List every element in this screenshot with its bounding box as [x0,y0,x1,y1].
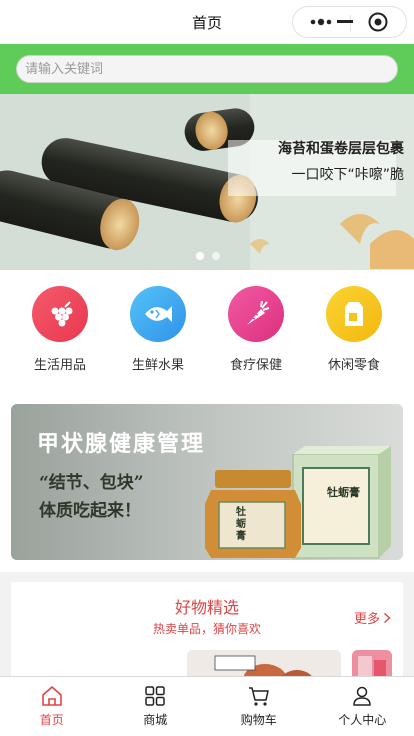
more-link[interactable]: 更多 [354,608,391,627]
tab-cart[interactable]: 购物车 [207,677,311,736]
featured-title: 好物精选 [174,598,239,617]
category-icon-bg [326,286,382,342]
tab-label: 商城 [143,713,168,727]
product-jar-label: 牡蛎膏 [236,507,246,542]
product-jar-and-box-image [205,446,391,559]
minimize-icon [337,20,353,23]
grapes-icon [51,301,73,327]
category-fresh-fruit[interactable]: 生鲜水果 [118,286,198,373]
carousel-dot-1[interactable] [196,252,204,260]
cart-icon [248,687,269,706]
category-daily-goods[interactable]: 生活用品 [20,286,100,373]
fish-icon [145,306,172,322]
tab-mall[interactable]: 商城 [104,677,208,736]
category-icon-bg [130,286,186,342]
banner-caption-line2: 一口咬下“咔嚓”脆 [291,167,404,183]
banner-caption: 海苔和蛋卷层层包裹 一口咬下“咔嚓”脆 [214,138,404,184]
category-label: 休闲零食 [327,358,380,373]
tab-home[interactable]: 首页 [0,677,104,736]
tab-label: 首页 [39,713,64,727]
category-label: 生活用品 [33,358,86,373]
carrot-icon [247,300,270,325]
featured-subtitle: 热卖单品，猜你喜欢 [152,622,261,636]
banner-caption-line1: 海苔和蛋卷层层包裹 [278,141,404,157]
category-icon-bg [32,286,88,342]
promo-banner[interactable]: 甲状腺健康管理 “结节、包块” 体质吃起来！ 牡蛎膏 牡蛎膏 [11,404,403,560]
carousel-indicators [196,252,220,260]
category-snacks[interactable]: 休闲零食 [314,286,394,373]
tab-label: 个人中心 [338,713,387,727]
grid-icon [145,686,165,706]
category-icon-bg [228,286,284,342]
category-label: 食疗保健 [229,358,282,373]
featured-section: 好物精选 热卖单品，猜你喜欢 更多 [11,582,403,690]
home-icon [41,686,62,706]
tab-profile[interactable]: 个人中心 [311,677,414,736]
navigation-bar: 首页 [0,0,414,44]
category-grid: 生活用品 生鲜水果 食疗保健 休闲零食 [0,270,414,390]
promo-subtitle-1: “结节、包块” [39,473,144,493]
close-miniprogram-button[interactable] [350,7,406,37]
chevron-right-icon [383,612,391,623]
category-health-food[interactable]: 食疗保健 [216,286,296,373]
more-dots-icon [310,18,332,26]
target-icon [368,12,388,32]
search-bar-container [0,44,414,94]
search-input[interactable] [16,55,398,83]
milk-box-icon [345,302,363,326]
carousel-dot-2[interactable] [212,252,220,260]
promo-title: 甲状腺健康管理 [37,431,206,457]
promo-subtitle-2: 体质吃起来！ [39,501,141,521]
page: 首页 请输入关键词 海苔和蛋卷层层包裹 一口咬下“咔嚓”脆 生活用品 生鲜水果 … [0,0,414,736]
bottom-tab-bar: 首页 商城 购物车 个人中心 [0,676,414,736]
promo-section: 甲状腺健康管理 “结节、包块” 体质吃起来！ 牡蛎膏 牡蛎膏 [0,390,414,572]
user-icon [353,686,371,706]
product-box-label: 牡蛎膏 [327,486,360,499]
mini-program-capsule [292,6,407,38]
category-label: 生鲜水果 [131,358,184,373]
tab-label: 购物车 [240,713,277,727]
banner-carousel[interactable]: 海苔和蛋卷层层包裹 一口咬下“咔嚓”脆 [0,94,414,270]
more-label: 更多 [353,612,380,627]
